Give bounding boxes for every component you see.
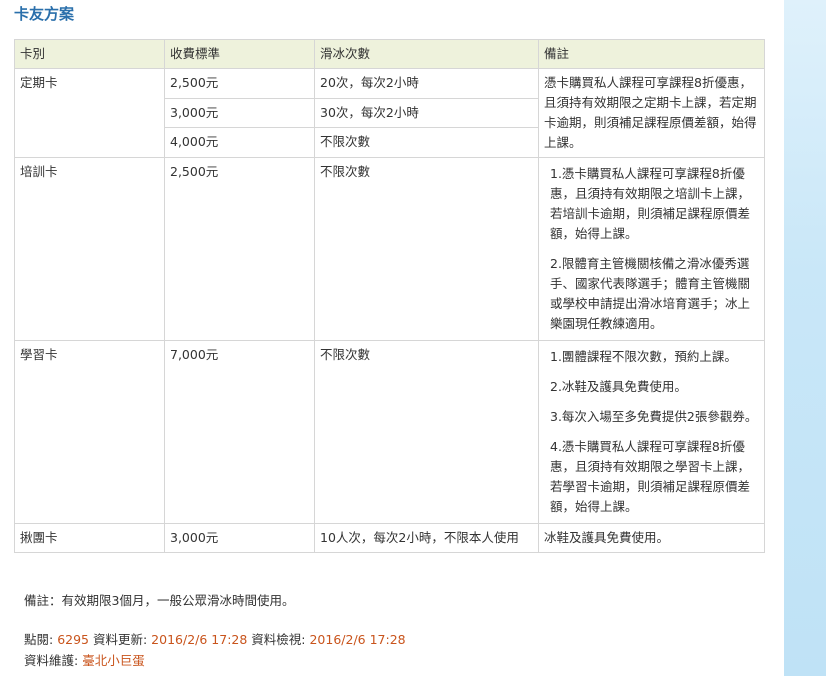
views-count: 6295 [57, 632, 89, 647]
count-cell: 不限次數 [314, 340, 539, 524]
note-text: 冰鞋及護具免費使用。 [544, 530, 670, 545]
note-item: 4.憑卡購買私人課程可享課程8折優惠，且須持有效期限之學習卡上課，若學習卡逾期，… [550, 439, 751, 514]
price-cell: 3,000元 [164, 523, 315, 553]
note-cell: 冰鞋及護具免費使用。 [538, 523, 765, 553]
col-header-count: 滑冰次數 [314, 39, 539, 69]
table-row: 培訓卡 2,500元 不限次數 1.憑卡購買私人課程可享課程8折優惠，且須持有效… [14, 157, 765, 341]
count-cell: 30次，每次2小時 [314, 97, 539, 129]
table-row: 定期卡 2,500元 20次，每次2小時 憑卡購買私人課程可享課程8折優惠，且須… [14, 68, 765, 158]
views-label: 點閱: [24, 632, 58, 647]
updated-label: 資料更新: [89, 632, 152, 647]
note-item: 2.冰鞋及護具免費使用。 [550, 379, 687, 394]
page-stats: 點閱: 6295 資料更新: 2016/2/6 17:28 資料檢視: 2016… [24, 629, 406, 671]
price-cell: 3,000元 [164, 97, 315, 129]
table-header-row: 卡別 收費標準 滑冰次數 備註 [14, 39, 765, 69]
page-title: 卡友方案 [14, 5, 75, 23]
count-cell: 20次，每次2小時 [314, 68, 539, 99]
note-item: 1.團體課程不限次數，預約上課。 [550, 349, 737, 364]
card-type-cell: 培訓卡 [14, 157, 165, 341]
card-type-cell: 揪團卡 [14, 523, 165, 553]
note-cell: 憑卡購買私人課程可享課程8折優惠，且須持有效期限之定期卡上課，若定期卡逾期，則須… [538, 68, 765, 158]
note-cell: 1.憑卡購買私人課程可享課程8折優惠，且須持有效期限之培訓卡上課，若培訓卡逾期，… [538, 157, 765, 341]
col-header-price: 收費標準 [164, 39, 315, 69]
price-cell: 2,500元 [164, 68, 315, 99]
count-cell: 10人次，每次2小時，不限本人使用 [314, 523, 539, 553]
maintainer-line: 資料維護: 臺北小巨蛋 [24, 650, 406, 671]
validity-note: 備註：有效期限3個月，一般公眾滑冰時間使用。 [24, 593, 295, 608]
reviewed-label: 資料檢視: [247, 632, 310, 647]
card-plan-table: 卡別 收費標準 滑冰次數 備註 定期卡 2,500元 20次，每次2小時 憑卡購… [14, 39, 765, 553]
updated-date: 2016/2/6 17:28 [151, 632, 248, 647]
right-side-panel [784, 0, 826, 676]
stats-line: 點閱: 6295 資料更新: 2016/2/6 17:28 資料檢視: 2016… [24, 629, 406, 650]
maintainer-link[interactable]: 臺北小巨蛋 [82, 653, 145, 668]
note-text: 憑卡購買私人課程可享課程8折優惠，且須持有效期限之定期卡上課，若定期卡逾期，則須… [544, 75, 757, 150]
price-cell: 7,000元 [164, 340, 315, 524]
col-header-note: 備註 [538, 39, 765, 69]
note-item: 3.每次入場至多免費提供2張參觀券。 [550, 409, 758, 424]
price-cell: 2,500元 [164, 157, 315, 341]
card-type-cell: 學習卡 [14, 340, 165, 524]
note-cell: 1.團體課程不限次數，預約上課。 2.冰鞋及護具免費使用。 3.每次入場至多免費… [538, 340, 765, 524]
count-cell: 不限次數 [314, 127, 539, 158]
price-cell: 4,000元 [164, 127, 315, 158]
count-cell: 不限次數 [314, 157, 539, 341]
note-item: 1.憑卡購買私人課程可享課程8折優惠，且須持有效期限之培訓卡上課，若培訓卡逾期，… [550, 166, 751, 241]
note-item: 2.限體育主管機關核備之滑冰優秀選手、國家代表隊選手；體育主管機關或學校申請提出… [550, 256, 751, 331]
col-header-card-type: 卡別 [14, 39, 165, 69]
reviewed-date: 2016/2/6 17:28 [309, 632, 406, 647]
table-row: 揪團卡 3,000元 10人次，每次2小時，不限本人使用 冰鞋及護具免費使用。 [14, 523, 765, 553]
table-row: 學習卡 7,000元 不限次數 1.團體課程不限次數，預約上課。 2.冰鞋及護具… [14, 340, 765, 524]
maintainer-label: 資料維護: [24, 653, 83, 668]
card-type-cell: 定期卡 [14, 68, 165, 158]
